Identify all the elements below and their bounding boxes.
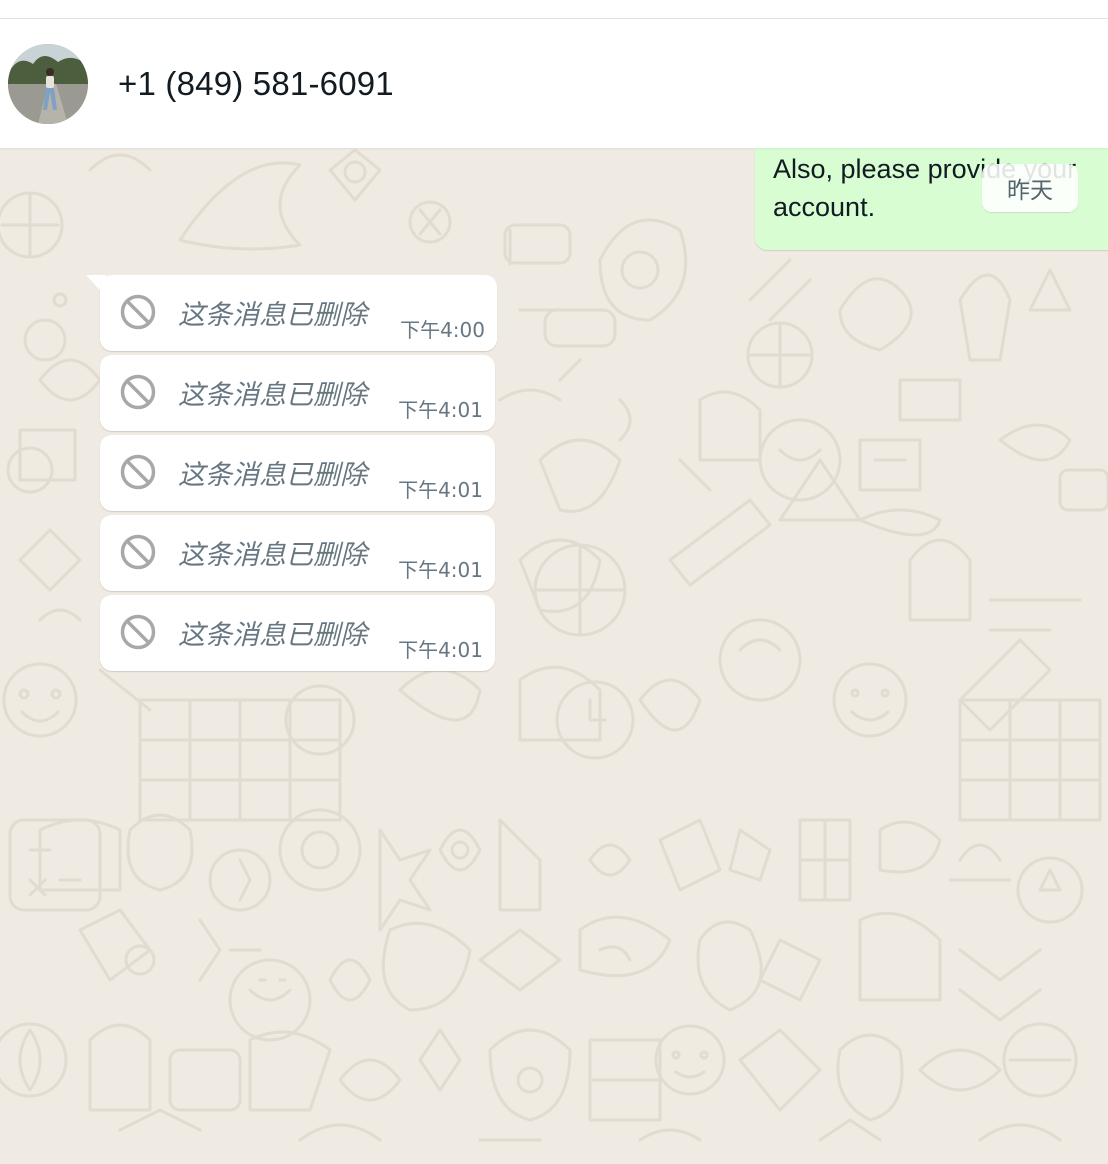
message-timestamp: 下午4:00	[400, 318, 485, 342]
avatar[interactable]	[8, 43, 88, 124]
deleted-message-bubble[interactable]: 这条消息已删除 下午4:01	[100, 515, 495, 591]
deleted-message-bubble[interactable]: 这条消息已删除 下午4:01	[100, 355, 495, 431]
deleted-message-text: 这条消息已删除	[178, 620, 367, 651]
deleted-message-bubble[interactable]: 这条消息已删除 下午4:01	[100, 595, 495, 671]
deleted-message-text: 这条消息已删除	[178, 300, 367, 331]
window-top-strip	[0, 0, 1108, 19]
deleted-message-text: 这条消息已删除	[178, 540, 367, 571]
deleted-message-bubble[interactable]: 这条消息已删除 下午4:00	[100, 275, 497, 351]
deleted-message-icon	[120, 454, 156, 490]
message-timestamp: 下午4:01	[398, 398, 483, 422]
contact-name[interactable]: +1 (849) 581-6091	[118, 65, 394, 103]
message-timestamp: 下午4:01	[398, 558, 483, 582]
chat-header[interactable]: +1 (849) 581-6091	[0, 19, 1108, 148]
deleted-message-bubble[interactable]: 这条消息已删除 下午4:01	[100, 435, 495, 511]
deleted-message-text: 这条消息已删除	[178, 460, 367, 491]
deleted-message-icon	[120, 294, 156, 330]
deleted-message-icon	[120, 614, 156, 650]
deleted-message-icon	[120, 534, 156, 570]
deleted-message-icon	[120, 374, 156, 410]
message-timestamp: 下午4:01	[398, 478, 483, 502]
message-timestamp: 下午4:01	[398, 638, 483, 662]
chat-window: do well. Also, please provide your accou…	[0, 0, 1108, 1164]
deleted-message-text: 这条消息已删除	[178, 380, 367, 411]
date-separator: 昨天	[982, 164, 1078, 212]
